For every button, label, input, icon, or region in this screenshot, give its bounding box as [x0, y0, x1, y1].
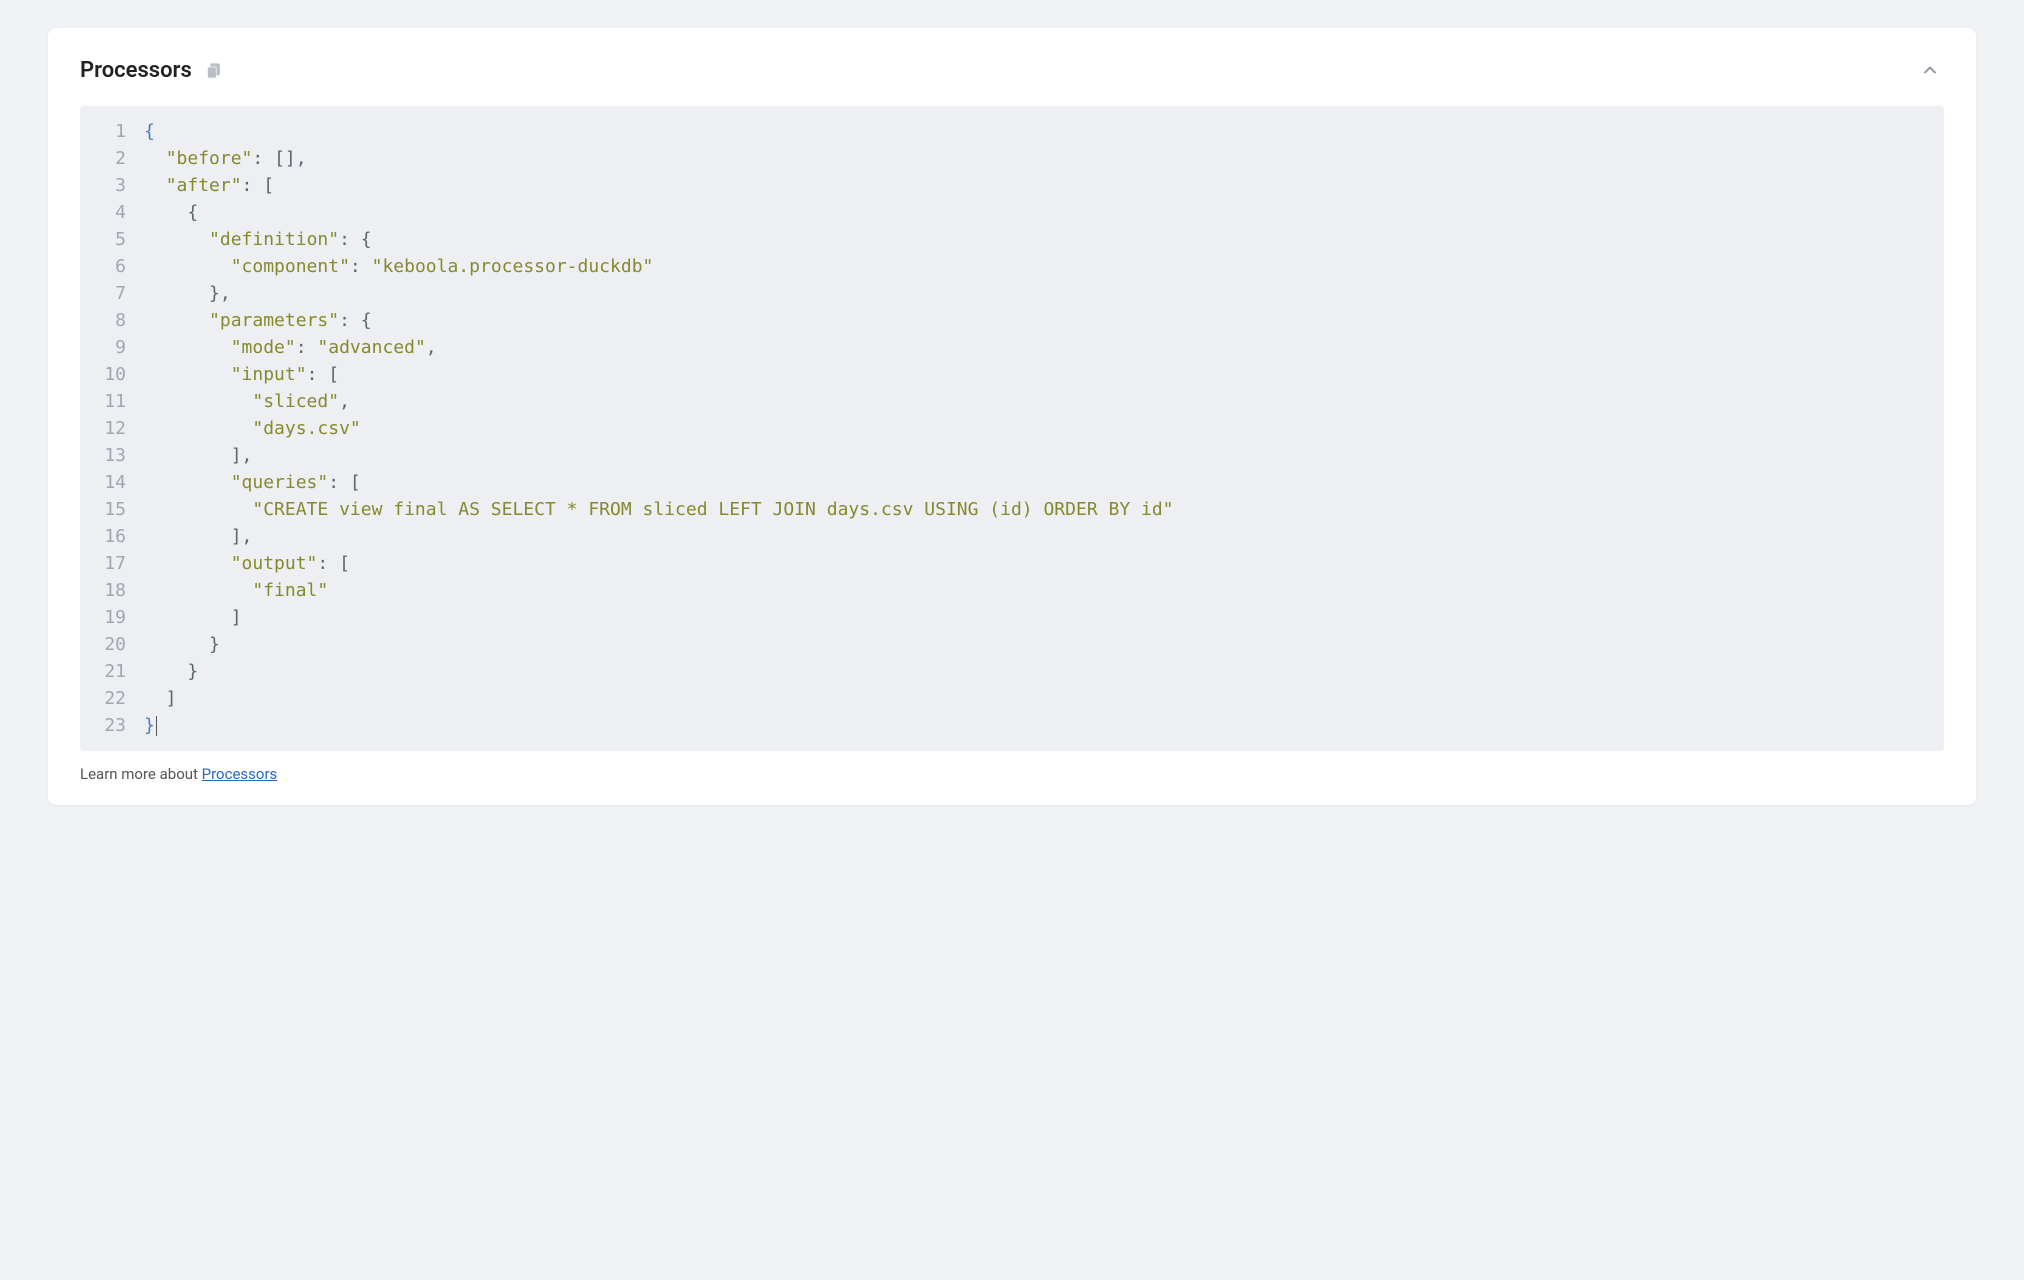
line-number: 8 — [80, 307, 144, 334]
line-number: 4 — [80, 199, 144, 226]
code-line[interactable]: 8 "parameters": { — [80, 307, 1944, 334]
line-number: 2 — [80, 145, 144, 172]
text-cursor-icon — [156, 716, 157, 736]
code-content[interactable]: ], — [144, 523, 1944, 550]
footer-prefix: Learn more about — [80, 765, 202, 783]
processors-card: Processors 1{2 "before": [],3 "after": [… — [48, 28, 1976, 805]
code-editor[interactable]: 1{2 "before": [],3 "after": [4 {5 "defin… — [80, 106, 1944, 751]
code-line[interactable]: 12 "days.csv" — [80, 415, 1944, 442]
code-line[interactable]: 4 { — [80, 199, 1944, 226]
code-line[interactable]: 22 ] — [80, 685, 1944, 712]
code-content[interactable]: } — [144, 631, 1944, 658]
code-line[interactable]: 7 }, — [80, 280, 1944, 307]
line-number: 3 — [80, 172, 144, 199]
line-number: 11 — [80, 388, 144, 415]
line-number: 13 — [80, 442, 144, 469]
code-line[interactable]: 19 ] — [80, 604, 1944, 631]
code-content[interactable]: { — [144, 118, 1944, 145]
header-left: Processors — [80, 58, 223, 83]
code-content[interactable]: "parameters": { — [144, 307, 1944, 334]
code-line[interactable]: 18 "final" — [80, 577, 1944, 604]
code-content[interactable]: "before": [], — [144, 145, 1944, 172]
code-content[interactable]: { — [144, 199, 1944, 226]
code-content[interactable]: "mode": "advanced", — [144, 334, 1944, 361]
line-number: 10 — [80, 361, 144, 388]
code-line[interactable]: 1{ — [80, 118, 1944, 145]
code-content[interactable]: ], — [144, 442, 1944, 469]
code-line[interactable]: 10 "input": [ — [80, 361, 1944, 388]
code-line[interactable]: 9 "mode": "advanced", — [80, 334, 1944, 361]
code-content[interactable]: "definition": { — [144, 226, 1944, 253]
code-line[interactable]: 20 } — [80, 631, 1944, 658]
code-content[interactable]: }, — [144, 280, 1944, 307]
code-content[interactable]: } — [144, 712, 1944, 739]
code-content[interactable]: "component": "keboola.processor-duckdb" — [144, 253, 1944, 280]
line-number: 5 — [80, 226, 144, 253]
footer-text: Learn more about Processors — [80, 765, 1944, 783]
code-line[interactable]: 13 ], — [80, 442, 1944, 469]
code-line[interactable]: 23} — [80, 712, 1944, 739]
code-line[interactable]: 21 } — [80, 658, 1944, 685]
code-content[interactable]: "CREATE view final AS SELECT * FROM slic… — [144, 496, 1944, 523]
processors-doc-link[interactable]: Processors — [202, 765, 278, 783]
line-number: 14 — [80, 469, 144, 496]
line-number: 23 — [80, 712, 144, 739]
copy-icon[interactable] — [204, 61, 223, 80]
code-content[interactable]: "after": [ — [144, 172, 1944, 199]
card-header: Processors — [80, 56, 1944, 84]
code-line[interactable]: 2 "before": [], — [80, 145, 1944, 172]
line-number: 22 — [80, 685, 144, 712]
code-content[interactable]: "days.csv" — [144, 415, 1944, 442]
code-content[interactable]: "input": [ — [144, 361, 1944, 388]
code-content[interactable]: "sliced", — [144, 388, 1944, 415]
code-content[interactable]: ] — [144, 685, 1944, 712]
code-line[interactable]: 16 ], — [80, 523, 1944, 550]
line-number: 18 — [80, 577, 144, 604]
code-content[interactable]: "output": [ — [144, 550, 1944, 577]
code-line[interactable]: 6 "component": "keboola.processor-duckdb… — [80, 253, 1944, 280]
code-line[interactable]: 11 "sliced", — [80, 388, 1944, 415]
code-line[interactable]: 17 "output": [ — [80, 550, 1944, 577]
code-line[interactable]: 14 "queries": [ — [80, 469, 1944, 496]
code-content[interactable]: } — [144, 658, 1944, 685]
code-content[interactable]: ] — [144, 604, 1944, 631]
line-number: 19 — [80, 604, 144, 631]
line-number: 12 — [80, 415, 144, 442]
section-title: Processors — [80, 58, 192, 83]
line-number: 1 — [80, 118, 144, 145]
code-content[interactable]: "queries": [ — [144, 469, 1944, 496]
line-number: 20 — [80, 631, 144, 658]
line-number: 9 — [80, 334, 144, 361]
line-number: 6 — [80, 253, 144, 280]
code-line[interactable]: 3 "after": [ — [80, 172, 1944, 199]
line-number: 17 — [80, 550, 144, 577]
line-number: 15 — [80, 496, 144, 523]
line-number: 21 — [80, 658, 144, 685]
chevron-up-icon[interactable] — [1916, 56, 1944, 84]
code-content[interactable]: "final" — [144, 577, 1944, 604]
code-line[interactable]: 5 "definition": { — [80, 226, 1944, 253]
line-number: 16 — [80, 523, 144, 550]
code-line[interactable]: 15 "CREATE view final AS SELECT * FROM s… — [80, 496, 1944, 523]
line-number: 7 — [80, 280, 144, 307]
